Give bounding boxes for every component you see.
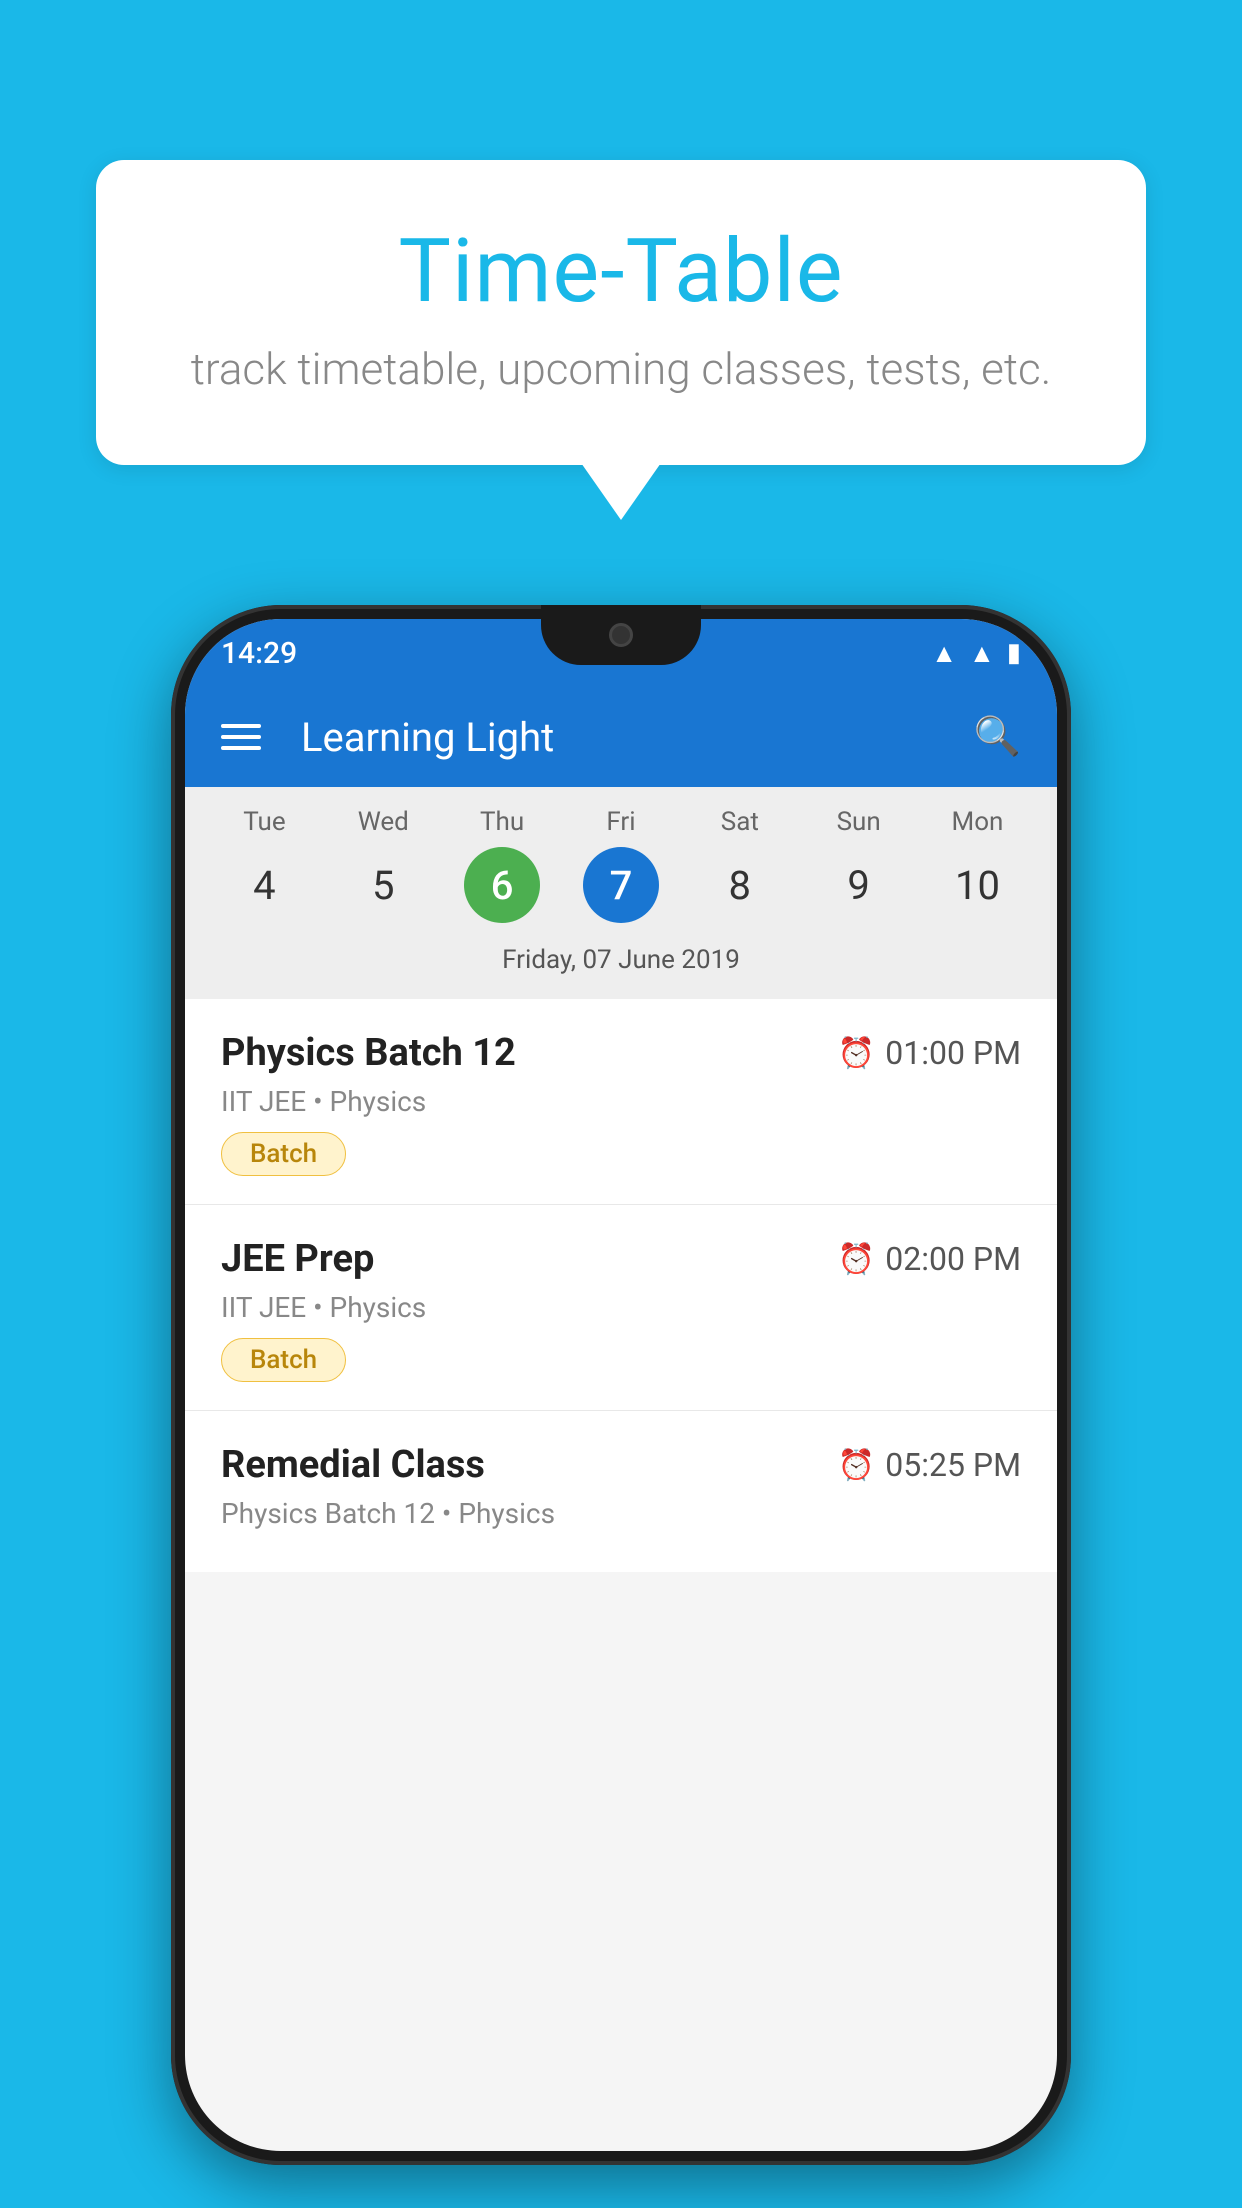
selected-date-label: Friday, 07 June 2019 [185,935,1057,989]
item-time-value-2: 05:25 PM [885,1446,1021,1484]
calendar-strip: Tue 4 Wed 5 Thu 6 Fri 7 [185,787,1057,999]
day-number-wed: 5 [345,847,421,923]
batch-badge-0: Batch [221,1132,346,1176]
phone-notch [541,605,701,665]
phone-screen: 14:29 ▲ ▲ ▮ Learning Light 🔍 [185,619,1057,2151]
days-row: Tue 4 Wed 5 Thu 6 Fri 7 [185,807,1057,923]
item-title-2: Remedial Class [221,1443,485,1487]
day-col-tue[interactable]: Tue 4 [214,807,314,923]
signal-icon: ▲ [969,638,995,669]
item-time-value-1: 02:00 PM [885,1240,1021,1278]
item-time-0: ⏰ 01:00 PM [838,1034,1021,1072]
item-time-1: ⏰ 02:00 PM [838,1240,1021,1278]
day-number-thu: 6 [464,847,540,923]
hamburger-icon[interactable] [221,724,261,750]
day-col-sat[interactable]: Sat 8 [690,807,790,923]
speech-bubble: Time-Table track timetable, upcoming cla… [96,160,1146,465]
day-label-fri: Fri [606,807,635,837]
bubble-subtitle: track timetable, upcoming classes, tests… [176,343,1066,395]
item-time-2: ⏰ 05:25 PM [838,1446,1021,1484]
schedule-list: Physics Batch 12 ⏰ 01:00 PM IIT JEE • Ph… [185,999,1057,1572]
phone-mockup: 14:29 ▲ ▲ ▮ Learning Light 🔍 [171,605,1071,2165]
schedule-item-2[interactable]: Remedial Class ⏰ 05:25 PM Physics Batch … [185,1411,1057,1572]
day-label-sat: Sat [721,807,759,837]
search-icon[interactable]: 🔍 [974,715,1021,759]
day-col-sun[interactable]: Sun 9 [809,807,909,923]
day-number-sat: 8 [702,847,778,923]
bubble-title: Time-Table [176,220,1066,323]
schedule-item-0[interactable]: Physics Batch 12 ⏰ 01:00 PM IIT JEE • Ph… [185,999,1057,1205]
item-header-0: Physics Batch 12 ⏰ 01:00 PM [221,1031,1021,1075]
day-col-thu[interactable]: Thu 6 [452,807,552,923]
item-subtitle-0: IIT JEE • Physics [221,1085,1021,1118]
item-time-value-0: 01:00 PM [885,1034,1021,1072]
item-subtitle-1: IIT JEE • Physics [221,1291,1021,1324]
item-header-1: JEE Prep ⏰ 02:00 PM [221,1237,1021,1281]
battery-icon: ▮ [1007,638,1021,668]
app-bar: Learning Light 🔍 [185,687,1057,787]
day-col-fri[interactable]: Fri 7 [571,807,671,923]
wifi-icon: ▲ [931,638,957,669]
day-number-fri: 7 [583,847,659,923]
day-col-wed[interactable]: Wed 5 [333,807,433,923]
day-label-sun: Sun [837,807,881,837]
clock-icon-2: ⏰ [838,1448,875,1483]
item-subtitle-2: Physics Batch 12 • Physics [221,1497,1021,1530]
day-number-tue: 4 [226,847,302,923]
status-time: 14:29 [221,636,297,671]
clock-icon-1: ⏰ [838,1242,875,1277]
day-label-mon: Mon [952,807,1004,837]
phone-body: 14:29 ▲ ▲ ▮ Learning Light 🔍 [171,605,1071,2165]
batch-badge-1: Batch [221,1338,346,1382]
day-label-wed: Wed [358,807,409,837]
camera-dot [609,623,633,647]
day-number-sun: 9 [821,847,897,923]
item-title-0: Physics Batch 12 [221,1031,516,1075]
clock-icon-0: ⏰ [838,1036,875,1071]
day-label-tue: Tue [243,807,285,837]
item-header-2: Remedial Class ⏰ 05:25 PM [221,1443,1021,1487]
app-title: Learning Light [301,714,944,761]
day-col-mon[interactable]: Mon 10 [927,807,1027,923]
status-icons: ▲ ▲ ▮ [931,638,1021,669]
schedule-item-1[interactable]: JEE Prep ⏰ 02:00 PM IIT JEE • Physics Ba… [185,1205,1057,1411]
item-title-1: JEE Prep [221,1237,374,1281]
day-number-mon: 10 [939,847,1015,923]
day-label-thu: Thu [480,807,524,837]
